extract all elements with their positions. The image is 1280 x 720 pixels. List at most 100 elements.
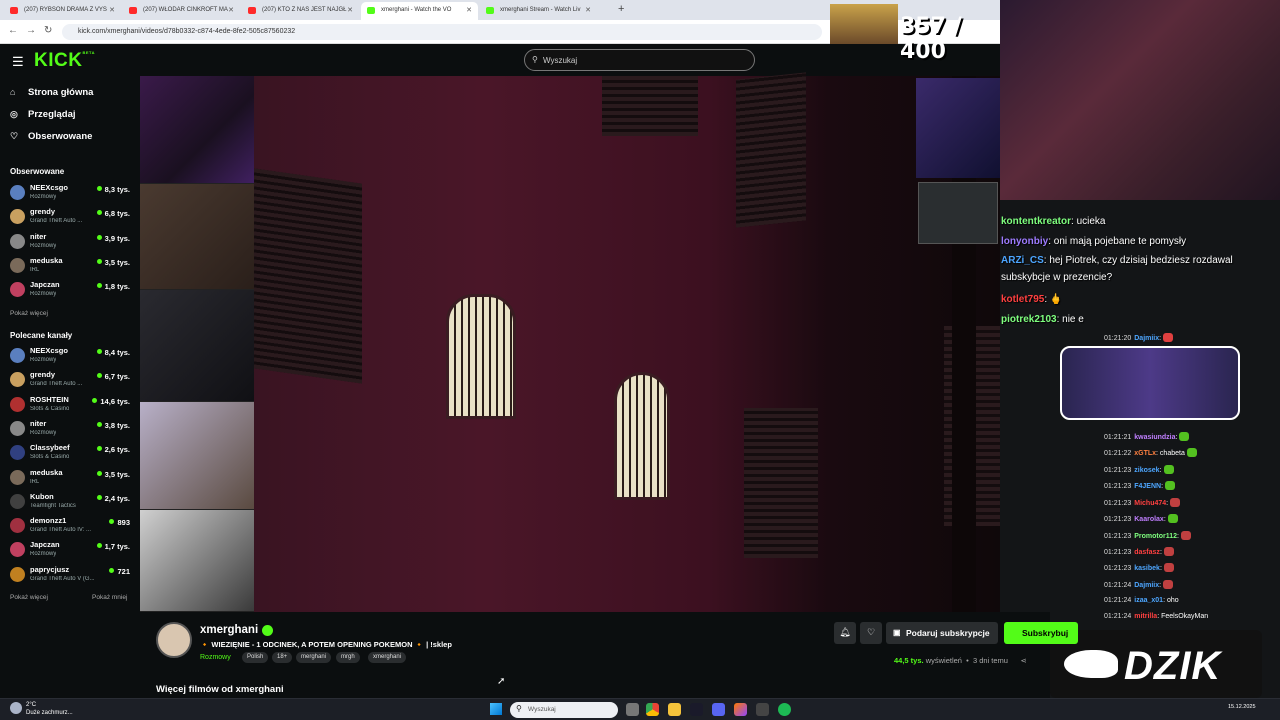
channel-name[interactable]: xmerghani: [200, 624, 258, 636]
sidebar-nav-item[interactable]: ◎ Przeglądaj: [10, 109, 76, 120]
video-tag[interactable]: Polish: [242, 652, 269, 663]
sidebar-channel[interactable]: niter Rozmowy 3,8 tys.: [10, 419, 134, 441]
video-tag[interactable]: xmerghani: [368, 652, 407, 663]
channel-name: ROSHTEIN: [30, 394, 69, 404]
show-less-link[interactable]: Pokaż mniej: [92, 594, 127, 601]
reload-icon[interactable]: ↻: [44, 25, 52, 36]
viewer-count-value: 3,8 tys.: [104, 420, 130, 430]
channel-name: Japczan: [30, 540, 60, 550]
channel-name: grendy: [30, 207, 56, 217]
sidebar-channel[interactable]: meduska IRL 3,5 tys.: [10, 256, 134, 278]
close-icon[interactable]: ✕: [109, 6, 115, 14]
sidebar-nav-item[interactable]: ♡ Obserwowane: [10, 131, 92, 142]
browser-tab[interactable]: (207) RYBSON DRAMA Z VYS ✕: [4, 2, 121, 20]
sidebar-channel[interactable]: NEEXcsgo Rozmowy 8,4 tys.: [10, 346, 134, 368]
show-more-link[interactable]: Pokaż więcej: [10, 594, 48, 601]
sidebar-channel[interactable]: Japczan Rozmowy 1,7 tys.: [10, 540, 134, 562]
video-category[interactable]: Rozmowy: [200, 654, 231, 661]
tab-label: xmerghani - Watch the VO: [381, 7, 452, 13]
bell-icon: 🔔︎: [839, 627, 851, 637]
close-icon[interactable]: ✕: [585, 6, 591, 14]
back-icon[interactable]: ←: [8, 25, 18, 36]
browser-tab[interactable]: xmerghani Stream - Watch Liv ✕: [480, 2, 597, 20]
views-label: wyświetleń: [925, 656, 962, 665]
video-info: xmerghani 🔸 WIEZIĘNIE - 1 ODCINEK, A POT…: [140, 612, 1078, 698]
sidebar-channel[interactable]: meduska IRL 3,5 tys.: [10, 468, 134, 490]
weather-temp: 2°C: [26, 702, 37, 708]
spotify-icon[interactable]: [778, 703, 791, 716]
sidebar-nav-item[interactable]: ⌂ Strona główna: [10, 87, 93, 98]
chat-message: 01:21:23 Promotor112:: [1104, 531, 1191, 540]
viewer-count-value: 3,9 tys.: [104, 233, 130, 243]
channel-avatar[interactable]: [156, 622, 192, 658]
close-icon[interactable]: ✕: [466, 6, 472, 14]
sidebar-channel[interactable]: demonzz1 Grand Theft Auto IV: ... 893: [10, 516, 134, 538]
folder-icon[interactable]: [668, 703, 681, 716]
taskbar-search[interactable]: ⚲ Wyszukaj: [510, 702, 618, 718]
channel-category: Grand Theft Auto IV: ...: [30, 527, 92, 534]
browser-tab[interactable]: (207) KTO Z NAS JEST NAJGŁ ✕: [242, 2, 359, 20]
chrome-icon[interactable]: [646, 703, 659, 716]
view-count: 44,5 tys.: [894, 656, 924, 665]
share-icon[interactable]: ⋖: [1020, 656, 1026, 665]
chat-timestamp: 01:21:23: [1104, 500, 1132, 507]
chat-text: :: [1177, 533, 1179, 540]
viewer-count: 8,3 tys.: [96, 185, 130, 194]
app-icon[interactable]: [734, 703, 747, 716]
kick-logo[interactable]: KICKBETA: [34, 50, 95, 72]
chat-text: : 🖕: [1044, 294, 1063, 305]
browser-tab[interactable]: (207) WŁODAR CINKROFT MA ✕: [123, 2, 240, 20]
video-tag[interactable]: 18+: [272, 652, 293, 663]
weather-widget[interactable]: 2°C Duże zachmurz...: [10, 701, 73, 717]
channel-name: Classybeef: [30, 443, 70, 453]
close-icon[interactable]: ✕: [347, 6, 353, 14]
mouse-cursor: ➚: [497, 676, 506, 687]
live-dot-icon: [96, 494, 102, 500]
channel-name: Japczan: [30, 280, 60, 290]
close-icon[interactable]: ✕: [228, 6, 234, 14]
unfollow-button[interactable]: ♡: [860, 622, 882, 644]
channel-category: IRL: [30, 266, 40, 273]
url-field[interactable]: kick.com/xmerghani/videos/d78b0332-c874-…: [62, 24, 822, 40]
video-age: 3 dni temu: [972, 656, 1008, 665]
windows-start-icon[interactable]: [490, 703, 502, 715]
obs-icon[interactable]: [756, 703, 769, 716]
task-view-icon[interactable]: [626, 703, 639, 716]
search-input[interactable]: ⚲ Wyszukaj: [524, 49, 755, 71]
notification-bell-button[interactable]: 🔔︎: [834, 622, 856, 644]
discord-icon[interactable]: [712, 703, 725, 716]
show-more-link[interactable]: Pokaż więcej: [10, 310, 48, 317]
sidebar-channel[interactable]: grendy Grand Theft Auto ... 6,8 tys.: [10, 207, 134, 229]
channel-name: meduska: [30, 255, 63, 265]
menu-icon[interactable]: ☰: [12, 54, 24, 70]
sidebar-channel[interactable]: NEEXcsgo Rozmowy 8,3 tys.: [10, 183, 134, 205]
app-icon[interactable]: [690, 703, 703, 716]
viewer-count-value: 3,5 tys.: [104, 469, 130, 479]
viewer-count: 8,4 tys.: [96, 348, 130, 357]
emote-icon: [1186, 448, 1197, 457]
new-tab-button[interactable]: +: [618, 3, 624, 15]
chat-username: piotrek2103: [1001, 314, 1057, 325]
sidebar-channel[interactable]: paprycjusz Grand Theft Auto V (G... 721: [10, 565, 134, 587]
viewer-count: 2,6 tys.: [96, 445, 130, 454]
forward-icon[interactable]: →: [26, 25, 36, 36]
sidebar-channel[interactable]: niter Rozmowy 3,9 tys.: [10, 232, 134, 254]
sidebar-channel[interactable]: Classybeef Slots & Casino 2,6 tys.: [10, 443, 134, 465]
sidebar-channel[interactable]: ROSHTEIN Slots & Casino 14,6 tys.: [10, 395, 134, 417]
tab-favicon-icon: [248, 7, 256, 14]
webcam-tile: [140, 184, 254, 290]
sidebar-channel[interactable]: Kubon Teamfight Tactics 2,4 tys.: [10, 492, 134, 514]
browser-tab[interactable]: xmerghani - Watch the VO ✕: [361, 2, 478, 20]
sidebar-channel[interactable]: grendy Grand Theft Auto ... 6,7 tys.: [10, 370, 134, 392]
chat-text: :: [1166, 500, 1169, 507]
viewer-count-value: 3,5 tys.: [104, 257, 130, 267]
chat-message: 01:21:20 Dajmiix:: [1104, 333, 1174, 342]
video-player[interactable]: [140, 72, 1000, 612]
video-tag[interactable]: merghani: [296, 652, 332, 663]
subscribe-button[interactable]: Subskrybuj: [1004, 622, 1078, 644]
sidebar-channel[interactable]: Japczan Rozmowy 1,8 tys.: [10, 280, 134, 302]
chat-message: 01:21:22 xGTLx: chabeta: [1104, 448, 1197, 457]
video-tag[interactable]: mrgh: [336, 652, 360, 663]
gift-sub-button[interactable]: ▣ Podaruj subskrypcje: [886, 622, 998, 644]
lit-window: [614, 372, 670, 500]
